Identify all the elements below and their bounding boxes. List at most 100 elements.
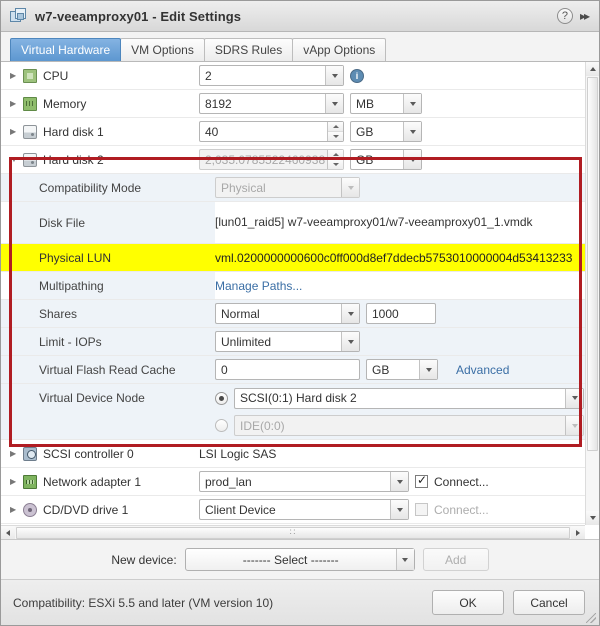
value-physical-lun: vml.0200000000600c0ff000d8ef7ddecb575301…: [215, 250, 585, 265]
radio-scsi-node[interactable]: [215, 391, 228, 405]
tab-vm-options[interactable]: VM Options: [120, 38, 205, 61]
expand-network-adapter-icon[interactable]: ▶: [10, 477, 23, 486]
chevron-down-icon[interactable]: [341, 332, 359, 351]
row-hard-disk-2[interactable]: ▼ Hard disk 2 2,035.0785522460938 GB: [1, 146, 585, 174]
limit-iops-select[interactable]: Unlimited: [215, 331, 360, 352]
value-virtual-flash-read-cache: 0 GB Advanced: [215, 359, 585, 380]
horizontal-scroll-thumb[interactable]: ∷: [16, 526, 570, 539]
stepper-up-icon[interactable]: [328, 122, 343, 132]
resize-grip-icon[interactable]: [586, 613, 596, 623]
hard-disk-1-stepper[interactable]: [327, 122, 343, 141]
expand-scsi-controller-icon[interactable]: ▶: [10, 449, 23, 458]
shares-number-input[interactable]: 1000: [366, 303, 436, 324]
memory-unit-select[interactable]: MB: [350, 93, 422, 114]
info-icon[interactable]: i: [350, 68, 364, 83]
hard-disk-2-stepper[interactable]: [327, 150, 343, 169]
scsi-node-select[interactable]: SCSI(0:1) Hard disk 2: [234, 387, 584, 409]
cddvd-drive-1-connect-checkbox[interactable]: [415, 503, 428, 516]
label-limit-iops: Limit - IOPs: [39, 334, 102, 349]
row-hard-disk-1[interactable]: ▶ Hard disk 1 40 GB: [1, 118, 585, 146]
shares-select[interactable]: Normal: [215, 303, 360, 324]
value-network-adapter-1: prod_lan Connect...: [199, 471, 585, 492]
chevron-down-icon[interactable]: [325, 66, 343, 85]
new-device-select-value: ------- Select -------: [242, 552, 339, 567]
chevron-down-icon[interactable]: [325, 94, 343, 113]
row-disk-file: Disk File [lun01_raid5] w7-veeamproxy01/…: [1, 202, 585, 244]
network-adapter-1-select[interactable]: prod_lan: [199, 471, 409, 492]
memory-input[interactable]: 8192: [199, 93, 344, 114]
expand-cddvd-icon[interactable]: ▶: [10, 505, 23, 514]
stepper-down-icon[interactable]: [328, 132, 343, 141]
chevron-down-icon: [565, 416, 583, 435]
stepper-down-icon[interactable]: [328, 160, 343, 169]
value-shares: Normal 1000: [215, 303, 585, 324]
manage-paths-link[interactable]: Manage Paths...: [215, 279, 302, 293]
tab-vapp-options[interactable]: vApp Options: [292, 38, 387, 61]
chevron-down-icon[interactable]: [390, 472, 408, 491]
collapse-hard-disk-2-icon[interactable]: ▼: [10, 155, 23, 164]
hard-disk-1-unit-select[interactable]: GB: [350, 121, 422, 142]
chevron-down-icon[interactable]: [565, 388, 583, 408]
vfrc-input[interactable]: 0: [215, 359, 360, 380]
stepper-up-icon[interactable]: [328, 150, 343, 160]
expand-cpu-icon[interactable]: ▶: [10, 71, 23, 80]
hardware-list: ▶ CPU 2 i ▶ Memory 8192 MB ▶ Hard disk 1…: [1, 62, 585, 525]
label-cpu-text: CPU: [43, 68, 69, 83]
row-cpu[interactable]: ▶ CPU 2 i: [1, 62, 585, 90]
label-virtual-flash-read-cache: Virtual Flash Read Cache: [39, 362, 176, 377]
chevron-down-icon[interactable]: [403, 150, 421, 169]
tab-virtual-hardware[interactable]: Virtual Hardware: [10, 38, 122, 61]
new-device-select[interactable]: ------- Select -------: [184, 548, 415, 571]
chevron-right-double-icon[interactable]: ▸▸: [580, 9, 591, 23]
expand-memory-icon[interactable]: ▶: [10, 99, 23, 108]
scroll-right-icon[interactable]: [571, 525, 585, 539]
network-adapter-1-connect-checkbox[interactable]: [415, 473, 428, 488]
chevron-down-icon[interactable]: [341, 304, 359, 323]
vertical-scrollbar[interactable]: [585, 62, 599, 525]
value-virtual-device-node-scsi: SCSI(0:1) Hard disk 2: [215, 387, 585, 409]
chevron-down-icon[interactable]: [403, 122, 421, 141]
chevron-down-icon[interactable]: [390, 500, 408, 519]
row-network-adapter-1[interactable]: ▶ Network adapter 1 prod_lan Connect...: [1, 468, 585, 496]
cpu-select[interactable]: 2: [199, 65, 344, 86]
cddvd-drive-1-select[interactable]: Client Device: [199, 499, 409, 520]
label-hard-disk-2-text: Hard disk 2: [43, 152, 104, 167]
row-cddvd-drive-1[interactable]: ▶ CD/DVD drive 1 Client Device Connect..…: [1, 496, 585, 524]
cancel-button[interactable]: Cancel: [513, 590, 585, 615]
row-virtual-device-node-ide: IDE(0:0): [1, 412, 585, 440]
row-limit-iops: Limit - IOPs Unlimited: [1, 328, 585, 356]
hard-disk-1-size-input[interactable]: 40: [199, 121, 344, 142]
chevron-down-icon[interactable]: [395, 549, 414, 570]
vfrc-advanced-link[interactable]: Advanced: [456, 363, 509, 377]
hard-disk-2-size-input[interactable]: 2,035.0785522460938: [199, 149, 344, 170]
value-hard-disk-1: 40 GB: [199, 121, 585, 142]
scsi-controller-icon: [23, 446, 37, 461]
row-scsi-controller-0[interactable]: ▶ SCSI controller 0 LSI Logic SAS: [1, 440, 585, 468]
compatibility-mode-select[interactable]: Physical: [215, 177, 360, 198]
shares-number: 1000: [372, 306, 399, 321]
ok-button[interactable]: OK: [432, 590, 504, 615]
chevron-down-icon[interactable]: [403, 94, 421, 113]
memory-unit: MB: [356, 96, 374, 111]
vfrc-unit-select[interactable]: GB: [366, 359, 438, 380]
window-title: w7-veeamproxy01 - Edit Settings: [35, 8, 242, 24]
ide-node-select[interactable]: IDE(0:0): [234, 415, 584, 436]
label-hard-disk-1: Hard disk 1: [23, 124, 199, 139]
help-icon[interactable]: ?: [556, 8, 573, 24]
network-adapter-1-connect-label: Connect...: [434, 474, 489, 489]
tab-sdrs-rules[interactable]: SDRS Rules: [203, 38, 294, 61]
memory-icon: [23, 96, 37, 111]
horizontal-scrollbar[interactable]: ∷: [1, 525, 585, 539]
hardware-list-area: ▶ CPU 2 i ▶ Memory 8192 MB ▶ Hard disk 1…: [1, 62, 599, 540]
radio-ide-node[interactable]: [215, 419, 228, 432]
vertical-scroll-thumb[interactable]: [587, 77, 598, 451]
value-hard-disk-2: 2,035.0785522460938 GB: [199, 149, 585, 170]
scroll-down-icon[interactable]: [586, 511, 599, 525]
hard-disk-2-unit-select[interactable]: GB: [350, 149, 422, 170]
row-memory[interactable]: ▶ Memory 8192 MB: [1, 90, 585, 118]
chevron-down-icon[interactable]: [419, 360, 437, 379]
add-device-button[interactable]: Add: [422, 548, 489, 571]
expand-hard-disk-1-icon[interactable]: ▶: [10, 127, 23, 136]
scroll-left-icon[interactable]: [1, 525, 15, 539]
scroll-up-icon[interactable]: [586, 62, 599, 76]
